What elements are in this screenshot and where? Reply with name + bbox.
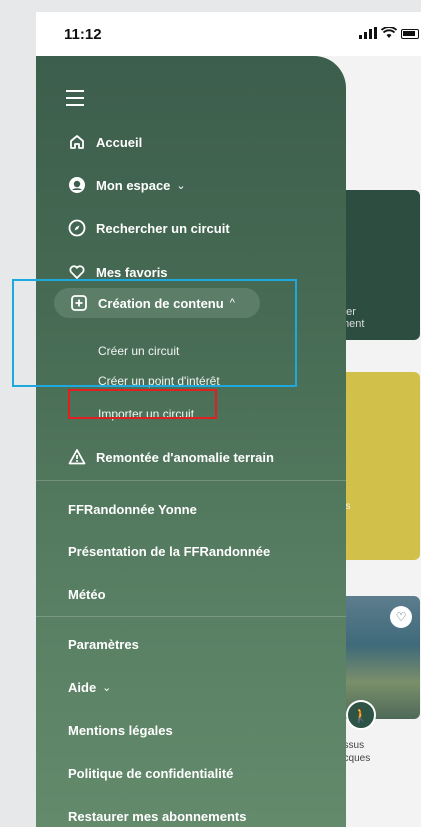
menu-link-restaurer[interactable]: Restaurer mes abonnements: [68, 809, 246, 824]
menu-link-label: Présentation de la FFRandonnée: [68, 544, 271, 559]
home-icon: [68, 133, 86, 151]
menu-link-presentation[interactable]: Présentation de la FFRandonnée: [68, 544, 270, 559]
menu-link-label: Restaurer mes abonnements: [68, 809, 247, 824]
menu-item-mon-espace[interactable]: Mon espace ⌄: [68, 176, 186, 194]
menu-item-label: Mon espace: [96, 177, 171, 193]
chevron-down-icon: ⌄: [102, 682, 112, 694]
background-photo-card[interactable]: ♡: [336, 596, 420, 719]
avatar-icon: [68, 176, 86, 194]
menu-link-label: Mentions légales: [68, 723, 173, 738]
highlight-box-red: [68, 389, 217, 419]
menu-link-politique[interactable]: Politique de confidentialité: [68, 766, 233, 781]
hamburger-menu-icon[interactable]: [66, 90, 84, 111]
menu-link-label: Politique de confidentialité: [68, 766, 234, 781]
chevron-down-icon: ⌄: [176, 179, 186, 192]
status-time: 11:12: [64, 26, 102, 43]
divider: [36, 616, 346, 617]
signal-icon: [359, 27, 377, 39]
background-card-dark[interactable]: ner ment: [336, 190, 420, 340]
navigation-drawer: Accueil Mon espace ⌄ Rechercher un circu…: [36, 56, 346, 827]
background-card-yellow[interactable]: ris: [336, 372, 420, 560]
menu-item-anomalie[interactable]: Remontée d'anomalie terrain: [68, 448, 274, 466]
menu-item-rechercher[interactable]: Rechercher un circuit: [68, 219, 230, 237]
favorite-heart-icon[interactable]: ♡: [390, 606, 412, 628]
menu-link-aide[interactable]: Aide ⌄: [68, 680, 111, 695]
status-bar: 11:12: [36, 12, 421, 56]
warning-icon: [68, 448, 86, 466]
menu-link-mentions-legales[interactable]: Mentions légales: [68, 723, 173, 738]
compass-icon: [68, 219, 86, 237]
menu-link-parametres[interactable]: Paramètres: [68, 637, 139, 652]
status-icons: [359, 27, 419, 39]
menu-link-ffrandonnee-yonne[interactable]: FFRandonnée Yonne: [68, 502, 197, 517]
menu-link-label: Météo: [68, 587, 106, 602]
divider: [36, 480, 346, 481]
menu-item-label: Rechercher un circuit: [96, 220, 230, 236]
background-content: ner ment ris ♡ 🚶 essus acques: [336, 56, 421, 826]
menu-link-label: Paramètres: [68, 637, 139, 652]
menu-link-label: FFRandonnée Yonne: [68, 502, 197, 517]
menu-link-meteo[interactable]: Météo: [68, 587, 106, 602]
hiker-icon: 🚶: [346, 700, 376, 730]
highlight-box-blue: [12, 279, 297, 387]
phone-screen: 11:12 ner ment ris ♡ 🚶 essus acques Accu…: [36, 12, 421, 827]
menu-item-label: Remontée d'anomalie terrain: [96, 449, 274, 465]
menu-item-label: Mes favoris: [96, 264, 168, 280]
menu-item-accueil[interactable]: Accueil: [68, 133, 142, 151]
menu-item-label: Accueil: [96, 134, 143, 150]
battery-icon: [401, 29, 419, 39]
wifi-icon: [381, 27, 397, 38]
menu-link-label: Aide: [68, 680, 97, 695]
